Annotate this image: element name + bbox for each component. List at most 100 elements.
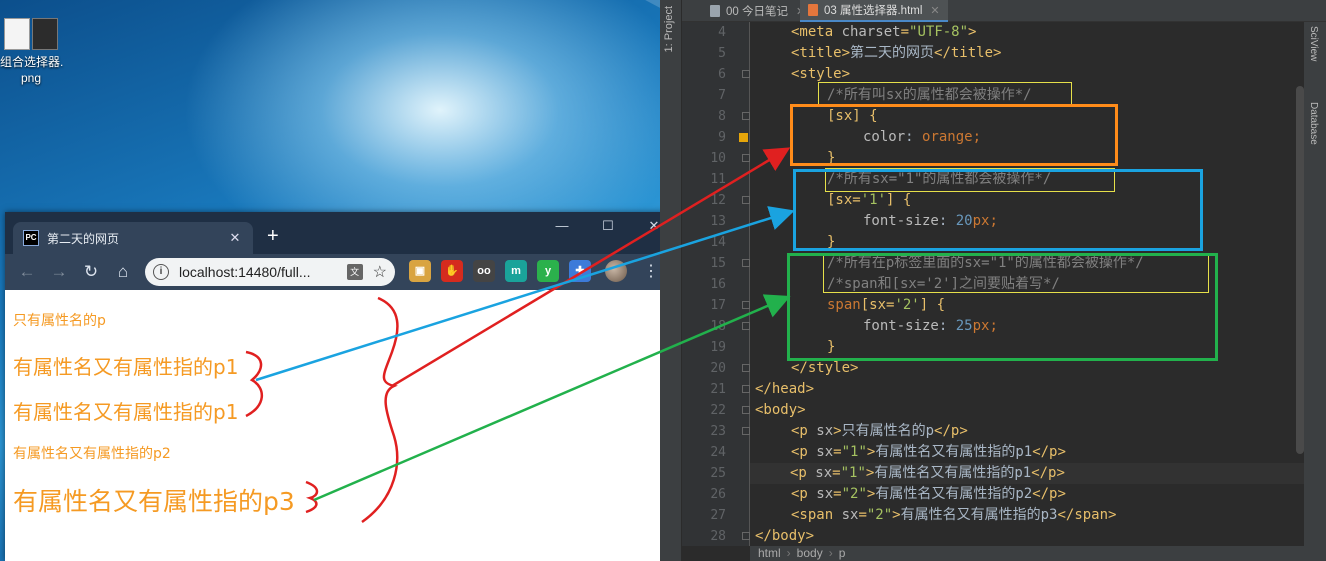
property-token: color: [863, 129, 906, 145]
fold-toggle-icon[interactable]: [742, 427, 750, 435]
breadcrumb-body[interactable]: body: [797, 546, 823, 560]
url-text[interactable]: localhost:14480/full...: [179, 264, 343, 280]
fold-toggle-icon[interactable]: [742, 112, 750, 120]
pycharm-favicon-icon: PC: [23, 230, 39, 246]
profile-avatar[interactable]: [605, 260, 627, 282]
unit-token: px: [972, 213, 990, 229]
browser-window: PC 第二天的网页 ✕ + — ☐ ✕ ← → ↻ ⌂ i localhost:…: [5, 212, 677, 561]
value-token: orange: [922, 129, 973, 145]
m-ext-icon[interactable]: m: [505, 260, 527, 282]
line-number: 27: [710, 508, 726, 523]
code-line: }: [827, 337, 835, 358]
punct-token: :: [938, 213, 956, 229]
fold-toggle-icon[interactable]: [742, 385, 750, 393]
code-line: <p sx>只有属性名的p</p>: [791, 421, 968, 442]
code-line: </style>: [791, 358, 858, 379]
number-token: 25: [955, 318, 973, 334]
line-number: 20: [710, 361, 726, 376]
translate-icon[interactable]: 文: [346, 264, 363, 280]
fold-toggle-icon[interactable]: [742, 322, 750, 330]
tab-close-icon[interactable]: ✕: [930, 4, 939, 17]
tag-token: >: [968, 24, 977, 40]
browser-menu-icon[interactable]: ⋮: [643, 261, 659, 281]
property-token: font-size: [863, 213, 939, 229]
brace-token: }: [827, 234, 836, 250]
line-number: 25: [710, 466, 726, 481]
code-line: /*所有在p标签里面的sx="1"的属性都会被操作*/: [827, 253, 1144, 274]
line-number: 22: [710, 403, 726, 418]
editor-tab-attribute-selector[interactable]: 03 属性选择器.html ✕: [800, 0, 948, 22]
project-tool-tab[interactable]: 1: Project: [663, 6, 675, 52]
eq-token: =: [900, 24, 910, 40]
text-token: 第二天的网页: [850, 45, 935, 61]
comment-token: /*所有在p标签里面的sx="1"的属性都会被操作*/: [827, 255, 1144, 271]
tag-token: </span>: [1057, 507, 1117, 523]
string-token: '1': [860, 192, 887, 208]
selector-token: ] {: [919, 297, 946, 313]
punct-token: ;: [989, 213, 998, 229]
tag-selector-token: span: [827, 297, 861, 313]
text-token: 有属性名又有属性指的p3: [900, 507, 1058, 523]
attr-token: sx: [816, 423, 834, 439]
desktop-file-icon[interactable]: 组合选择器. png: [0, 18, 63, 86]
text-token: 有属性名又有属性指的p1: [874, 465, 1032, 481]
fold-toggle-icon[interactable]: [742, 70, 750, 78]
code-line: </body>: [755, 526, 814, 547]
text-token: 有属性名又有属性指的p1: [875, 444, 1033, 460]
code-line: <p sx="2">有属性名又有属性指的p2</p>: [791, 484, 1066, 505]
fold-toggle-icon[interactable]: [742, 196, 750, 204]
attr-token: charset: [841, 24, 901, 40]
sciview-tool-tab[interactable]: SciView: [1308, 26, 1319, 61]
browser-tab-bar: PC 第二天的网页 ✕ + — ☐ ✕: [5, 212, 677, 254]
paragraph-p1-first: 有属性名又有属性指的p1: [13, 355, 239, 379]
editor-tab-notes[interactable]: 00 今日笔记 ✕: [702, 0, 813, 22]
back-icon[interactable]: ←: [11, 262, 43, 282]
home-icon[interactable]: ⌂: [107, 262, 139, 282]
code-line: color: orange;: [863, 127, 981, 148]
string-token: '2': [894, 297, 920, 313]
minimize-button[interactable]: —: [539, 212, 585, 242]
fold-toggle-icon[interactable]: [742, 406, 750, 414]
site-info-icon[interactable]: i: [153, 264, 169, 280]
browser-tab[interactable]: PC 第二天的网页 ✕: [13, 222, 253, 254]
line-number: 28: [710, 529, 726, 544]
forward-icon[interactable]: →: [43, 262, 75, 282]
image-ext-icon[interactable]: ▣: [409, 260, 431, 282]
color-preview-marker[interactable]: [739, 133, 748, 142]
file-icon: [710, 5, 720, 17]
tag-token: <body>: [755, 402, 806, 418]
puzzle-ext-icon[interactable]: ✚: [569, 260, 591, 282]
code-line-current: <p sx="1">有属性名又有属性指的p1</p>: [750, 463, 1304, 484]
tag-token: </p>: [1032, 486, 1066, 502]
line-number: 17: [710, 298, 726, 313]
breadcrumb-p[interactable]: p: [839, 546, 846, 560]
line-number: 14: [710, 235, 726, 250]
fold-toggle-icon[interactable]: [742, 301, 750, 309]
punct-token: :: [938, 318, 956, 334]
code-line: /*所有叫sx的属性都会被操作*/: [827, 85, 1032, 106]
bookmark-star-icon[interactable]: ☆: [373, 262, 387, 282]
breadcrumb-html[interactable]: html: [758, 546, 781, 560]
maximize-button[interactable]: ☐: [585, 212, 631, 242]
fold-toggle-icon[interactable]: [742, 532, 750, 540]
address-bar[interactable]: i localhost:14480/full... 文 ☆: [145, 258, 395, 286]
paragraph-p-attr-only: 只有属性名的p: [13, 313, 106, 329]
database-tool-tab[interactable]: Database: [1308, 102, 1319, 145]
reload-icon[interactable]: ↻: [75, 262, 107, 282]
fold-toggle-icon[interactable]: [742, 154, 750, 162]
y-ext-icon[interactable]: y: [537, 260, 559, 282]
tab-close-icon[interactable]: ✕: [227, 230, 243, 246]
attr-token: sx: [815, 465, 833, 481]
comment-token: /*所有sx="1"的属性都会被操作*/: [827, 171, 1052, 187]
line-number: 15: [710, 256, 726, 271]
editor-scrollbar[interactable]: [1296, 86, 1304, 454]
new-tab-button[interactable]: +: [267, 226, 279, 246]
code-editor[interactable]: <meta charset="UTF-8"> <title>第二天的网页</ti…: [750, 22, 1304, 547]
oo-ext-icon[interactable]: oo: [473, 260, 495, 282]
stop-hand-ext-icon[interactable]: ✋: [441, 260, 463, 282]
fold-toggle-icon[interactable]: [742, 259, 750, 267]
selector-token: ] {: [886, 192, 912, 208]
code-line: <span sx="2">有属性名又有属性指的p3</span>: [791, 505, 1116, 526]
line-number: 9: [718, 130, 726, 145]
fold-toggle-icon[interactable]: [742, 364, 750, 372]
